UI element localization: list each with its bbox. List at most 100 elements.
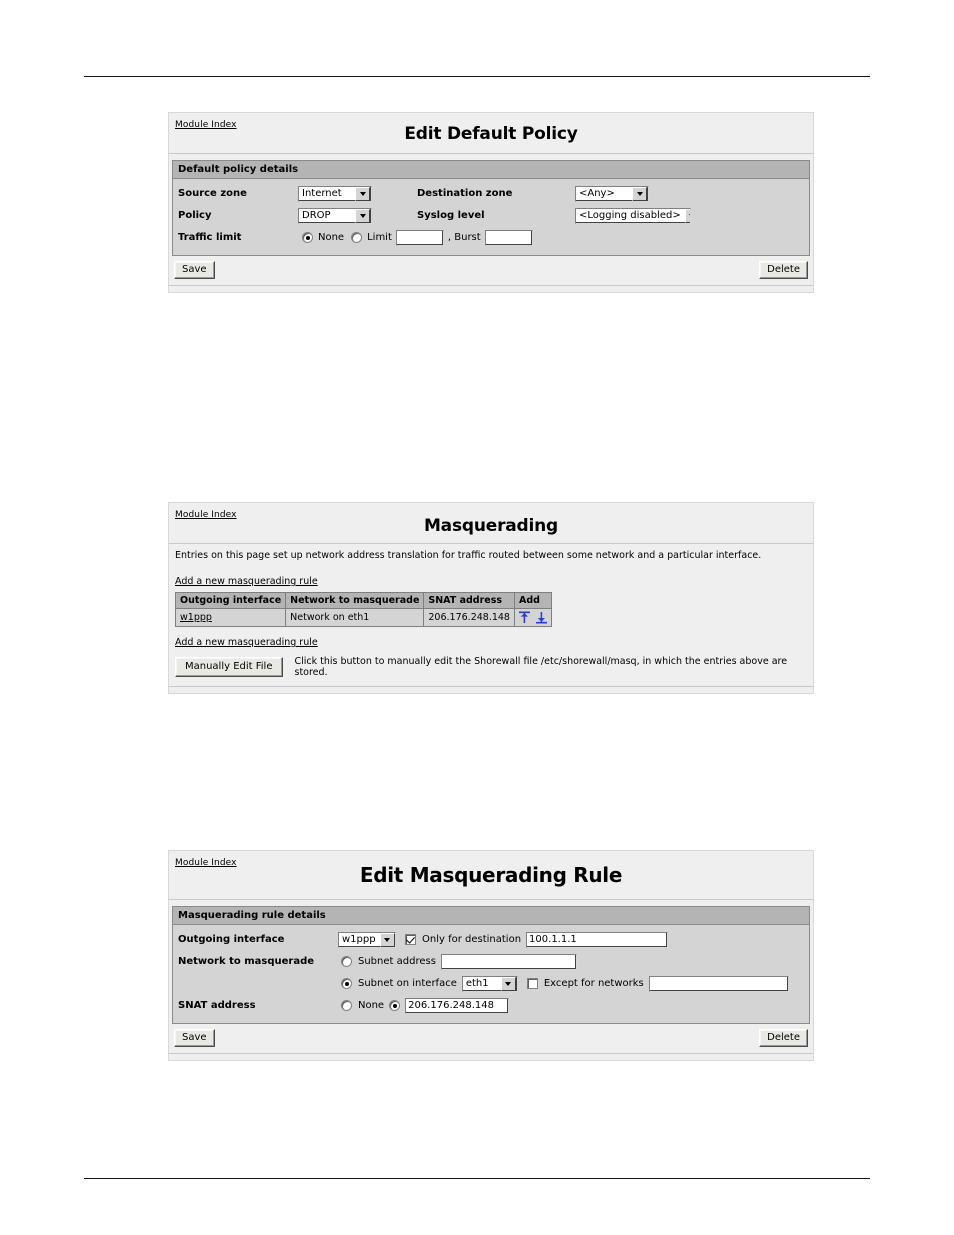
outgoing-interface-row: Outgoing interface w1ppp Only for destin… xyxy=(178,929,804,950)
traffic-limit-label: Traffic limit xyxy=(178,232,242,243)
masquerading-panel: Module Index Masquerading Entries on thi… xyxy=(168,502,814,694)
chevron-down-icon xyxy=(355,186,370,201)
subnet-address-label: Subnet address xyxy=(358,956,436,967)
traffic-limit-none-radio[interactable] xyxy=(302,232,313,243)
chevron-down-icon xyxy=(632,186,647,201)
source-zone-row: Source zone Internet Destination zone <A… xyxy=(178,183,804,204)
cell-add-actions xyxy=(513,608,553,627)
traffic-limit-value-input[interactable] xyxy=(395,229,444,246)
col-network-to-masquerade: Network to masquerade xyxy=(285,592,425,609)
syslog-level-value: <Logging disabled> xyxy=(579,209,681,221)
source-zone-value: Internet xyxy=(302,187,342,199)
source-zone-select[interactable]: Internet xyxy=(298,185,372,202)
destination-zone-select[interactable]: <Any> xyxy=(575,185,649,202)
default-policy-details-fieldset: Default policy details Source zone Inter… xyxy=(172,160,810,256)
subnet-address-radio[interactable] xyxy=(341,956,352,967)
subnet-on-interface-label: Subnet on interface xyxy=(358,978,457,989)
only-for-destination-label: Only for destination xyxy=(422,934,522,945)
panel1-divider xyxy=(169,153,813,154)
traffic-limit-none-label: None xyxy=(318,232,345,243)
chevron-down-icon xyxy=(355,208,370,223)
panel1-button-bar: Save Delete xyxy=(169,256,813,285)
cell-snat-address: 206.176.248.148 xyxy=(423,608,515,627)
page-title: Edit Masquerading Rule xyxy=(359,863,623,887)
snat-address-radio[interactable] xyxy=(389,1000,401,1011)
only-for-destination-input[interactable]: 100.1.1.1 xyxy=(526,931,669,948)
panel3-divider xyxy=(169,899,813,900)
traffic-limit-limit-radio[interactable] xyxy=(351,232,363,243)
panel3-header: Module Index Edit Masquerading Rule xyxy=(169,851,813,899)
except-for-networks-input[interactable] xyxy=(648,975,789,992)
page-header-rule xyxy=(84,76,870,77)
network-to-masquerade-label: Network to masquerade xyxy=(178,956,315,967)
col-snat-address: SNAT address xyxy=(423,592,515,609)
outgoing-interface-value: w1ppp xyxy=(342,933,376,945)
traffic-limit-limit-label: Limit xyxy=(367,232,392,243)
module-index-link[interactable]: Module Index xyxy=(175,120,237,130)
page-footer-rule xyxy=(84,1178,870,1179)
except-for-networks-checkbox[interactable] xyxy=(526,978,538,989)
insert-below-icon[interactable] xyxy=(536,611,548,624)
traffic-burst-value-input[interactable] xyxy=(484,229,533,246)
table-header-row: Outgoing interface Network to masquerade… xyxy=(174,592,553,609)
manually-edit-file-row: Manually Edit File Click this button to … xyxy=(169,649,813,686)
masquerading-rules-table: Outgoing interface Network to masquerade… xyxy=(174,592,553,627)
chevron-down-icon xyxy=(684,208,690,223)
rule-link-w1ppp[interactable]: w1ppp xyxy=(180,612,212,623)
panel1-header: Module Index Edit Default Policy xyxy=(169,113,813,153)
except-for-networks-label: Except for networks xyxy=(543,978,644,989)
delete-button[interactable]: Delete xyxy=(759,261,808,279)
traffic-limit-row: Traffic limit None Limit , Burst xyxy=(178,227,804,248)
module-index-link[interactable]: Module Index xyxy=(175,858,237,868)
manually-edit-file-button[interactable]: Manually Edit File xyxy=(175,657,283,677)
policy-value: DROP xyxy=(302,209,331,221)
cell-outgoing-interface: w1ppp xyxy=(174,608,287,627)
insert-above-icon[interactable] xyxy=(518,611,530,624)
chevron-down-icon xyxy=(379,932,395,947)
destination-zone-label: Destination zone xyxy=(417,188,513,199)
save-button[interactable]: Save xyxy=(174,1029,215,1047)
table-row: w1ppp Network on eth1 206.176.248.148 xyxy=(174,608,553,627)
subnet-on-interface-radio[interactable] xyxy=(341,978,352,989)
source-zone-label: Source zone xyxy=(178,188,247,199)
add-masquerading-rule-link-top[interactable]: Add a new masquerading rule xyxy=(175,576,318,587)
snat-address-label: SNAT address xyxy=(178,1000,256,1011)
col-add: Add xyxy=(513,592,553,609)
policy-select[interactable]: DROP xyxy=(298,207,372,224)
masquerading-body: Entries on this page set up network addr… xyxy=(169,544,813,649)
snat-address-input[interactable]: 206.176.248.148 xyxy=(405,997,510,1014)
page-title: Edit Default Policy xyxy=(404,124,578,144)
col-outgoing-interface: Outgoing interface xyxy=(174,592,287,609)
destination-zone-value: <Any> xyxy=(579,187,615,199)
page-title: Masquerading xyxy=(423,516,559,536)
syslog-level-label: Syslog level xyxy=(417,210,485,221)
fieldset-title: Masquerading rule details xyxy=(173,907,809,925)
snat-none-radio[interactable] xyxy=(341,1000,352,1011)
delete-button[interactable]: Delete xyxy=(759,1029,808,1047)
syslog-level-select[interactable]: <Logging disabled> xyxy=(575,207,691,224)
module-index-link[interactable]: Module Index xyxy=(175,510,237,520)
policy-row: Policy DROP Syslog level <Logging disabl… xyxy=(178,205,804,226)
masquerading-rule-details-fieldset: Masquerading rule details Outgoing inter… xyxy=(172,906,810,1024)
manually-edit-file-note: Click this button to manually edit the S… xyxy=(294,656,788,678)
subnet-on-interface-select[interactable]: eth1 xyxy=(461,975,518,992)
subnet-address-input[interactable] xyxy=(440,953,577,970)
only-for-destination-checkbox[interactable] xyxy=(405,934,416,945)
network-to-masquerade-row-a: Network to masquerade Subnet address xyxy=(178,951,804,972)
edit-default-policy-panel: Module Index Edit Default Policy Default… xyxy=(168,112,814,293)
policy-label: Policy xyxy=(178,210,212,221)
save-button[interactable]: Save xyxy=(174,261,215,279)
edit-masquerading-rule-panel: Module Index Edit Masquerading Rule Masq… xyxy=(168,850,814,1061)
snat-none-label: None xyxy=(358,1000,385,1011)
chevron-down-icon xyxy=(500,976,516,991)
masquerading-description: Entries on this page set up network addr… xyxy=(175,550,762,561)
subnet-on-interface-value: eth1 xyxy=(465,977,489,989)
fieldset-title: Default policy details xyxy=(173,161,809,179)
traffic-burst-label: , Burst xyxy=(447,232,481,243)
outgoing-interface-select[interactable]: w1ppp xyxy=(338,931,396,948)
outgoing-interface-label: Outgoing interface xyxy=(178,934,285,945)
panel3-button-bar: Save Delete xyxy=(169,1024,813,1053)
panel2-header: Module Index Masquerading xyxy=(169,503,813,543)
add-masquerading-rule-link-bottom[interactable]: Add a new masquerading rule xyxy=(175,637,318,648)
snat-address-row: SNAT address None 206.176.248.148 xyxy=(178,995,804,1016)
